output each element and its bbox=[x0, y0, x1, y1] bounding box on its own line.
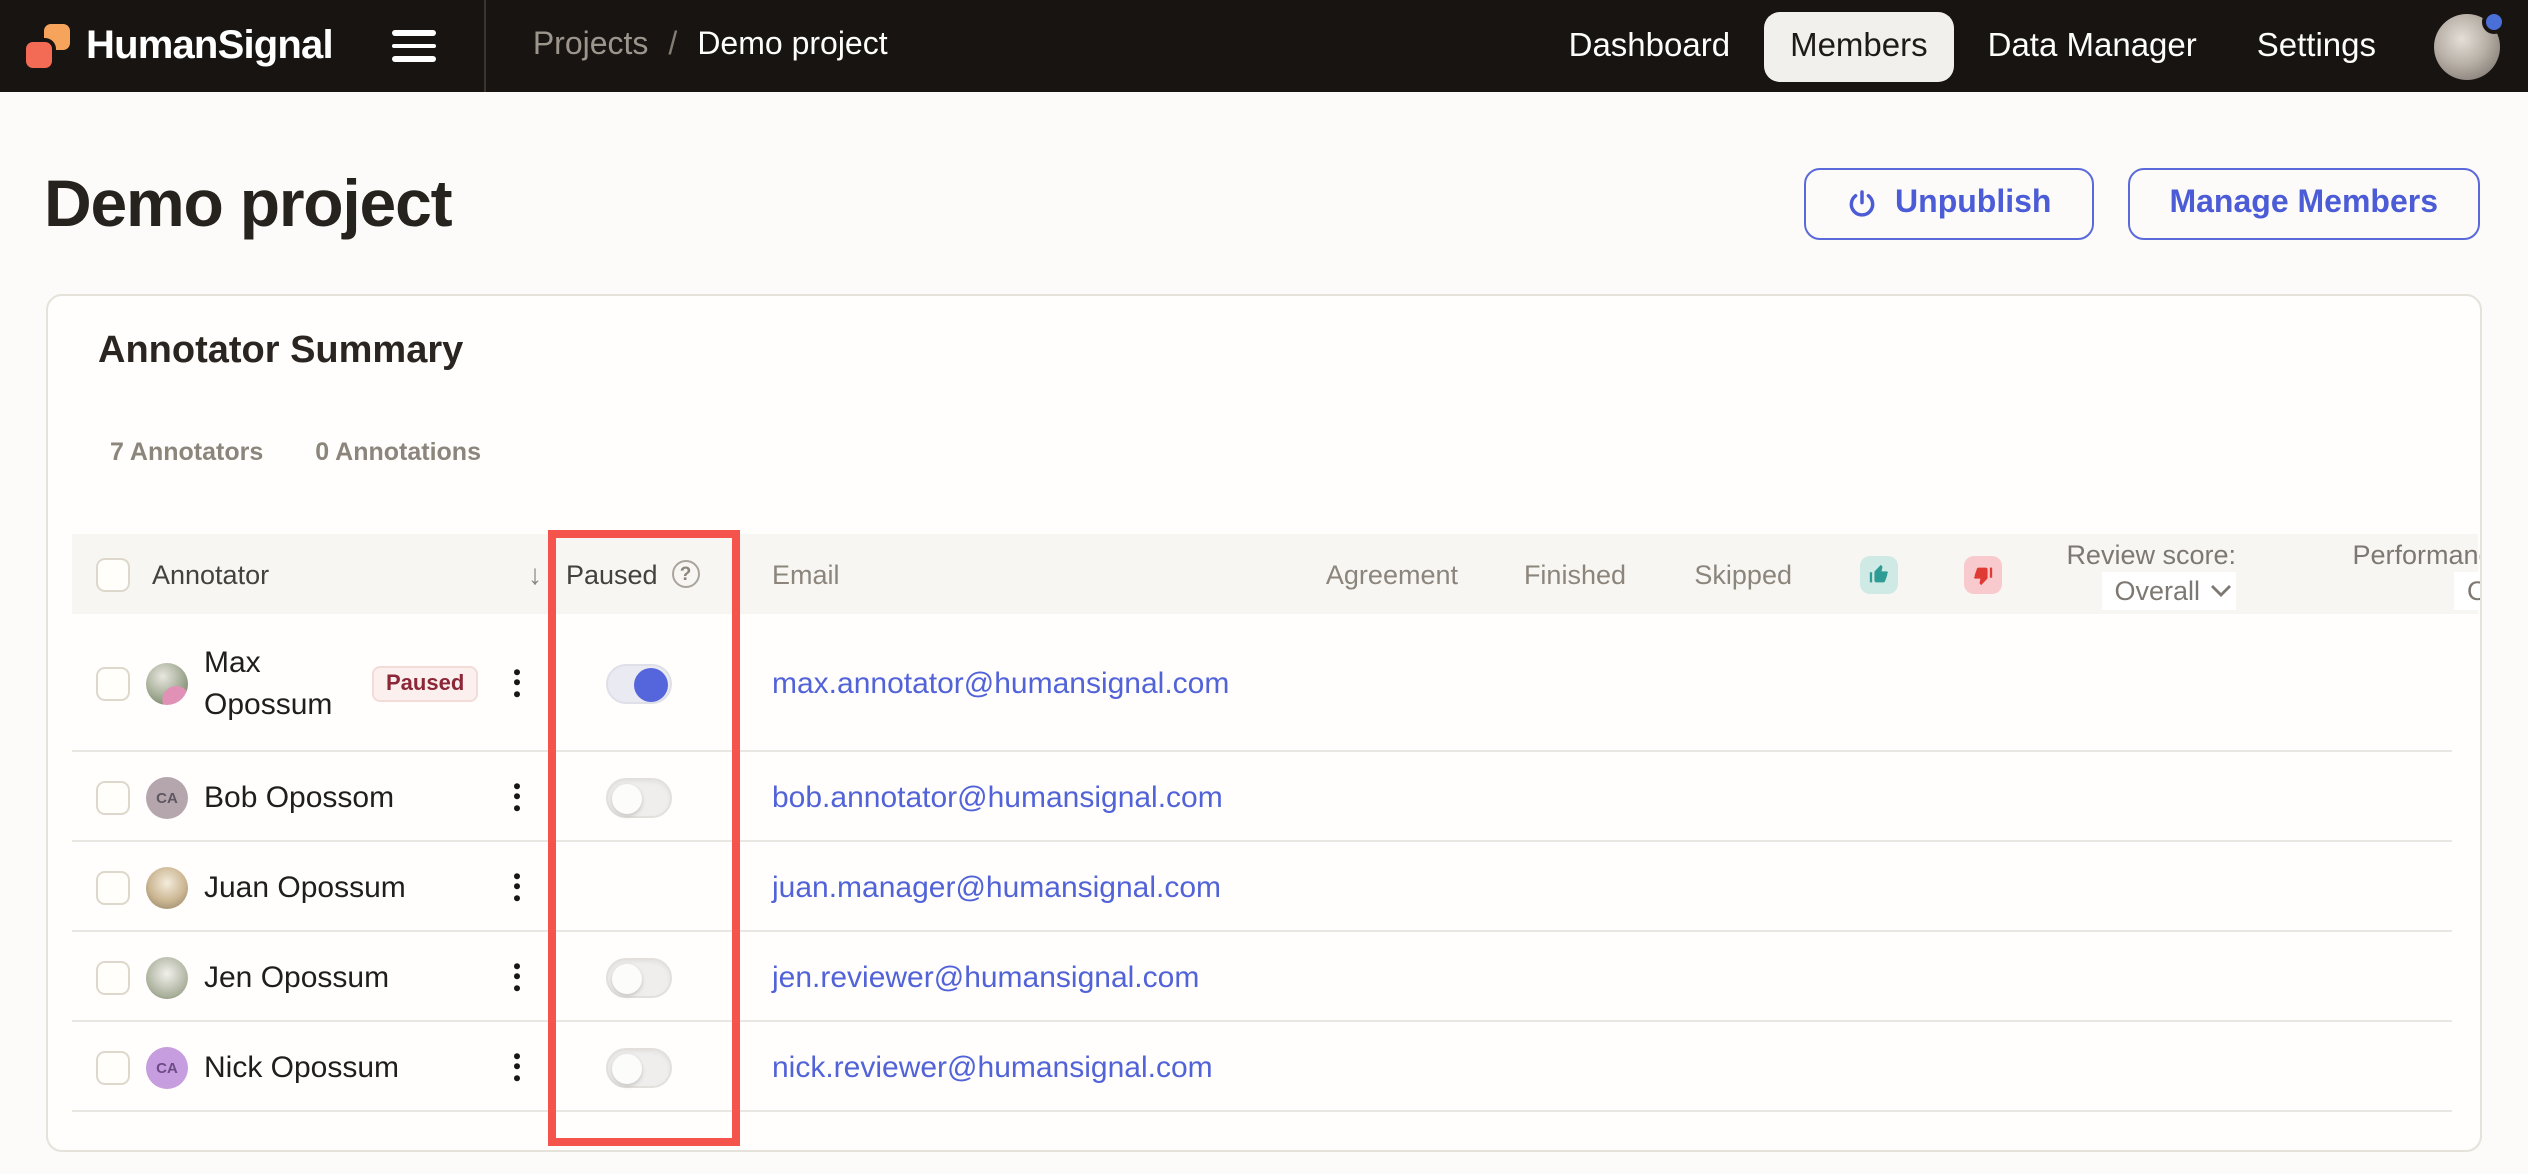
review-score-select[interactable]: Overall bbox=[2102, 572, 2236, 610]
table-row: Max Opossum Paused max.annotator@humansi… bbox=[48, 614, 2480, 752]
card-title: Annotator Summary bbox=[98, 330, 464, 372]
paused-toggle[interactable] bbox=[606, 1047, 672, 1087]
annotator-name: Nick Opossum bbox=[204, 1050, 400, 1084]
email-link[interactable]: bob.annotator@humansignal.com bbox=[772, 780, 1223, 814]
annotator-name: Jen Opossum bbox=[204, 960, 390, 994]
row-checkbox[interactable] bbox=[96, 960, 130, 994]
annotators-count: 7 Annotators bbox=[110, 438, 264, 466]
summary-stats: 7 Annotators 0 Annotations bbox=[110, 438, 481, 466]
paused-toggle[interactable] bbox=[606, 663, 672, 703]
paused-badge: Paused bbox=[372, 665, 479, 701]
performance-value: O bbox=[2467, 574, 2480, 608]
avatar-initials: CA bbox=[146, 776, 188, 818]
breadcrumb: Projects / Demo project bbox=[533, 28, 888, 64]
kebab-menu-icon[interactable] bbox=[508, 776, 526, 818]
header-review-score: Review score: Overall bbox=[2066, 538, 2236, 610]
topbar-divider bbox=[484, 0, 487, 92]
toggle-knob bbox=[612, 783, 642, 813]
header-performance: Performanc O bbox=[2302, 538, 2482, 610]
table-row: Jen Opossum jen.reviewer@humansignal.com bbox=[48, 932, 2480, 1022]
toggle-knob bbox=[612, 963, 642, 993]
header-paused: Paused ? bbox=[566, 534, 700, 614]
kebab-menu-icon[interactable] bbox=[508, 866, 526, 908]
chevron-down-icon bbox=[2211, 585, 2231, 597]
annotations-count: 0 Annotations bbox=[315, 438, 481, 466]
nav-dashboard[interactable]: Dashboard bbox=[1543, 11, 1756, 81]
top-bar: HumanSignal Projects / Demo project Dash… bbox=[0, 0, 2528, 92]
email-link[interactable]: max.annotator@humansignal.com bbox=[772, 666, 1229, 700]
row-separator bbox=[72, 1110, 2452, 1112]
row-checkbox[interactable] bbox=[96, 1050, 130, 1084]
email-link[interactable]: jen.reviewer@humansignal.com bbox=[772, 960, 1199, 994]
power-icon bbox=[1848, 190, 1874, 217]
table-row: CA Bob Opossom bob.annotator@humansignal… bbox=[48, 752, 2480, 842]
table-row: CA Nick Opossum nick.reviewer@humansigna… bbox=[48, 1022, 2480, 1112]
nav-data-manager[interactable]: Data Manager bbox=[1962, 11, 2223, 81]
paused-toggle[interactable] bbox=[606, 777, 672, 817]
help-icon[interactable]: ? bbox=[671, 560, 700, 588]
annotator-summary-card: Annotator Summary 7 Annotators 0 Annotat… bbox=[46, 294, 2482, 1152]
header-actions: Unpublish Manage Members bbox=[1803, 168, 2480, 240]
humansignal-logo-icon bbox=[26, 24, 70, 68]
header-finished: Finished bbox=[1523, 559, 1626, 589]
unpublish-label: Unpublish bbox=[1895, 186, 2052, 220]
avatar bbox=[146, 866, 188, 908]
hamburger-menu-icon[interactable] bbox=[392, 22, 437, 70]
nav-members[interactable]: Members bbox=[1764, 11, 1954, 81]
unpublish-button[interactable]: Unpublish bbox=[1803, 168, 2094, 240]
performance-label: Performanc bbox=[2352, 540, 2482, 570]
brand-name: HumanSignal bbox=[86, 23, 334, 67]
performance-select[interactable]: O bbox=[2454, 572, 2480, 610]
members-page: HumanSignal Projects / Demo project Dash… bbox=[0, 0, 2528, 1174]
manage-members-button[interactable]: Manage Members bbox=[2127, 168, 2480, 240]
header-agreement: Agreement bbox=[1325, 559, 1458, 589]
annotator-name: Bob Opossom bbox=[204, 780, 395, 814]
thumb-up-icon bbox=[1860, 555, 1898, 593]
review-score-label: Review score: bbox=[2066, 540, 2236, 570]
page-title: Demo project bbox=[44, 166, 453, 240]
header-paused-label: Paused bbox=[566, 559, 658, 589]
avatar-initials: CA bbox=[146, 1046, 188, 1088]
status-dot bbox=[2482, 9, 2506, 33]
toggle-knob bbox=[634, 667, 668, 701]
kebab-menu-icon[interactable] bbox=[508, 662, 526, 704]
avatar bbox=[146, 956, 188, 998]
email-link[interactable]: nick.reviewer@humansignal.com bbox=[772, 1050, 1213, 1084]
toggle-knob bbox=[612, 1053, 642, 1083]
select-all-checkbox-wrap bbox=[96, 534, 130, 614]
breadcrumb-projects[interactable]: Projects bbox=[533, 28, 649, 64]
page-header: Demo project Unpublish Manage Members bbox=[44, 166, 2480, 240]
kebab-menu-icon[interactable] bbox=[508, 956, 526, 998]
nav-settings[interactable]: Settings bbox=[2231, 11, 2402, 81]
annotator-name: Juan Opossum bbox=[204, 870, 406, 904]
kebab-menu-icon[interactable] bbox=[508, 1046, 526, 1088]
header-thumb-down bbox=[1964, 534, 2002, 614]
header-email: Email bbox=[772, 559, 840, 589]
manage-members-label: Manage Members bbox=[2169, 186, 2438, 220]
review-score-value: Overall bbox=[2114, 576, 2200, 606]
header-thumb-up bbox=[1860, 534, 1898, 614]
annotator-name: Max Opossum bbox=[204, 645, 333, 721]
table-row: Juan Opossum juan.manager@humansignal.co… bbox=[48, 842, 2480, 932]
row-checkbox[interactable] bbox=[96, 666, 130, 700]
header-annotator: Annotator bbox=[152, 559, 270, 589]
user-avatar[interactable] bbox=[2434, 9, 2506, 79]
breadcrumb-separator: / bbox=[668, 28, 678, 62]
row-checkbox[interactable] bbox=[96, 780, 130, 814]
thumb-down-icon bbox=[1964, 555, 2002, 593]
breadcrumb-current: Demo project bbox=[697, 28, 888, 62]
row-checkbox[interactable] bbox=[96, 870, 130, 904]
avatar bbox=[146, 662, 188, 704]
top-nav: Dashboard Members Data Manager Settings bbox=[1543, 11, 2402, 81]
select-all-checkbox[interactable] bbox=[96, 557, 130, 591]
sort-descending-icon[interactable]: ↓ bbox=[528, 534, 542, 614]
brand-logo[interactable]: HumanSignal bbox=[26, 23, 334, 69]
email-link[interactable]: juan.manager@humansignal.com bbox=[772, 870, 1221, 904]
header-skipped: Skipped bbox=[1694, 559, 1792, 589]
paused-toggle[interactable] bbox=[606, 957, 672, 997]
